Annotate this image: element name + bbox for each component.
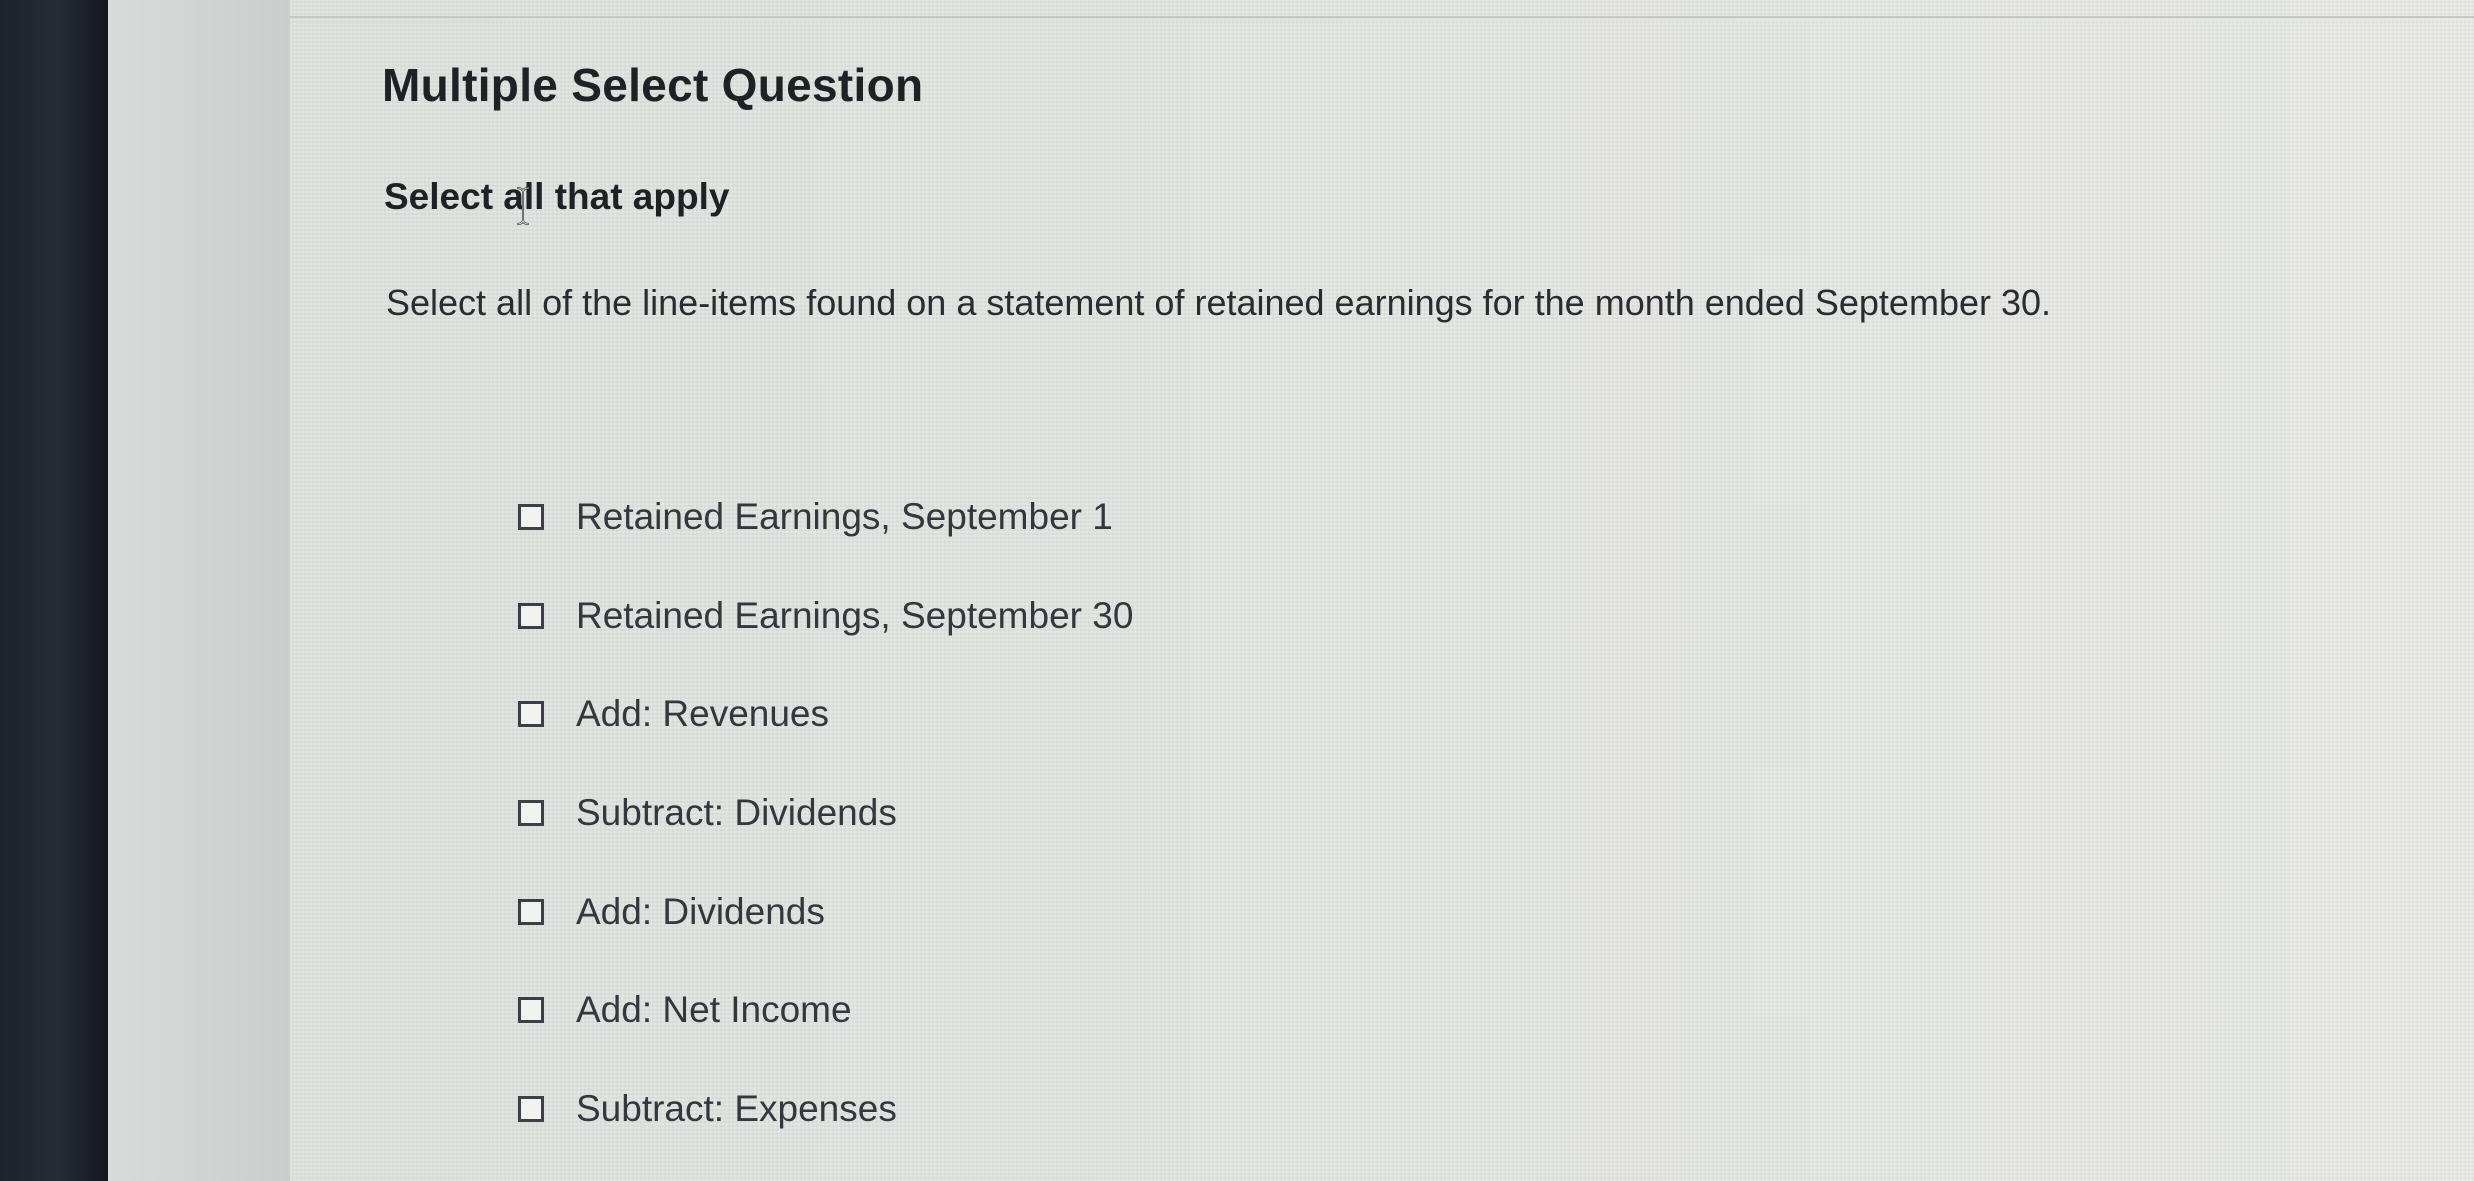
checkbox-icon[interactable]	[518, 504, 544, 530]
option-add-revenues[interactable]: Add: Revenues	[518, 681, 1133, 747]
checkbox-icon[interactable]	[518, 800, 544, 827]
divider	[290, 16, 2474, 18]
checkbox-icon[interactable]	[518, 898, 544, 925]
option-retained-earnings-sep-30[interactable]: Retained Earnings, September 30	[518, 583, 1133, 649]
option-add-dividends[interactable]: Add: Dividends	[518, 879, 1133, 945]
option-label: Subtract: Dividends	[576, 792, 897, 834]
text-cursor-icon	[516, 187, 530, 225]
checkbox-icon[interactable]	[518, 1096, 544, 1123]
question-instruction: Select all that apply	[384, 176, 730, 217]
checkbox-icon[interactable]	[518, 997, 544, 1024]
option-label: Add: Net Income	[576, 989, 852, 1031]
option-label: Retained Earnings, September 30	[576, 594, 1134, 636]
option-add-net-income[interactable]: Add: Net Income	[518, 977, 1133, 1043]
option-retained-earnings-sep-1[interactable]: Retained Earnings, September 1	[518, 484, 1133, 550]
option-label: Subtract: Expenses	[576, 1088, 897, 1130]
left-panel	[108, 0, 291, 1181]
checkbox-icon[interactable]	[518, 602, 544, 629]
question-panel: Multiple Select Question Select all that…	[290, 0, 2474, 1181]
answer-options: Retained Earnings, September 1 Retained …	[518, 484, 1133, 1175]
screen-bezel	[0, 0, 108, 1181]
checkbox-icon[interactable]	[518, 701, 544, 728]
option-label: Add: Revenues	[576, 693, 830, 735]
option-subtract-dividends[interactable]: Subtract: Dividends	[518, 780, 1133, 846]
option-subtract-expenses[interactable]: Subtract: Expenses	[518, 1076, 1133, 1142]
option-label: Add: Dividends	[576, 890, 825, 932]
question-prompt: Select all of the line-items found on a …	[386, 282, 2052, 323]
option-label: Retained Earnings, September 1	[576, 496, 1113, 537]
question-title: Multiple Select Question	[382, 59, 924, 111]
